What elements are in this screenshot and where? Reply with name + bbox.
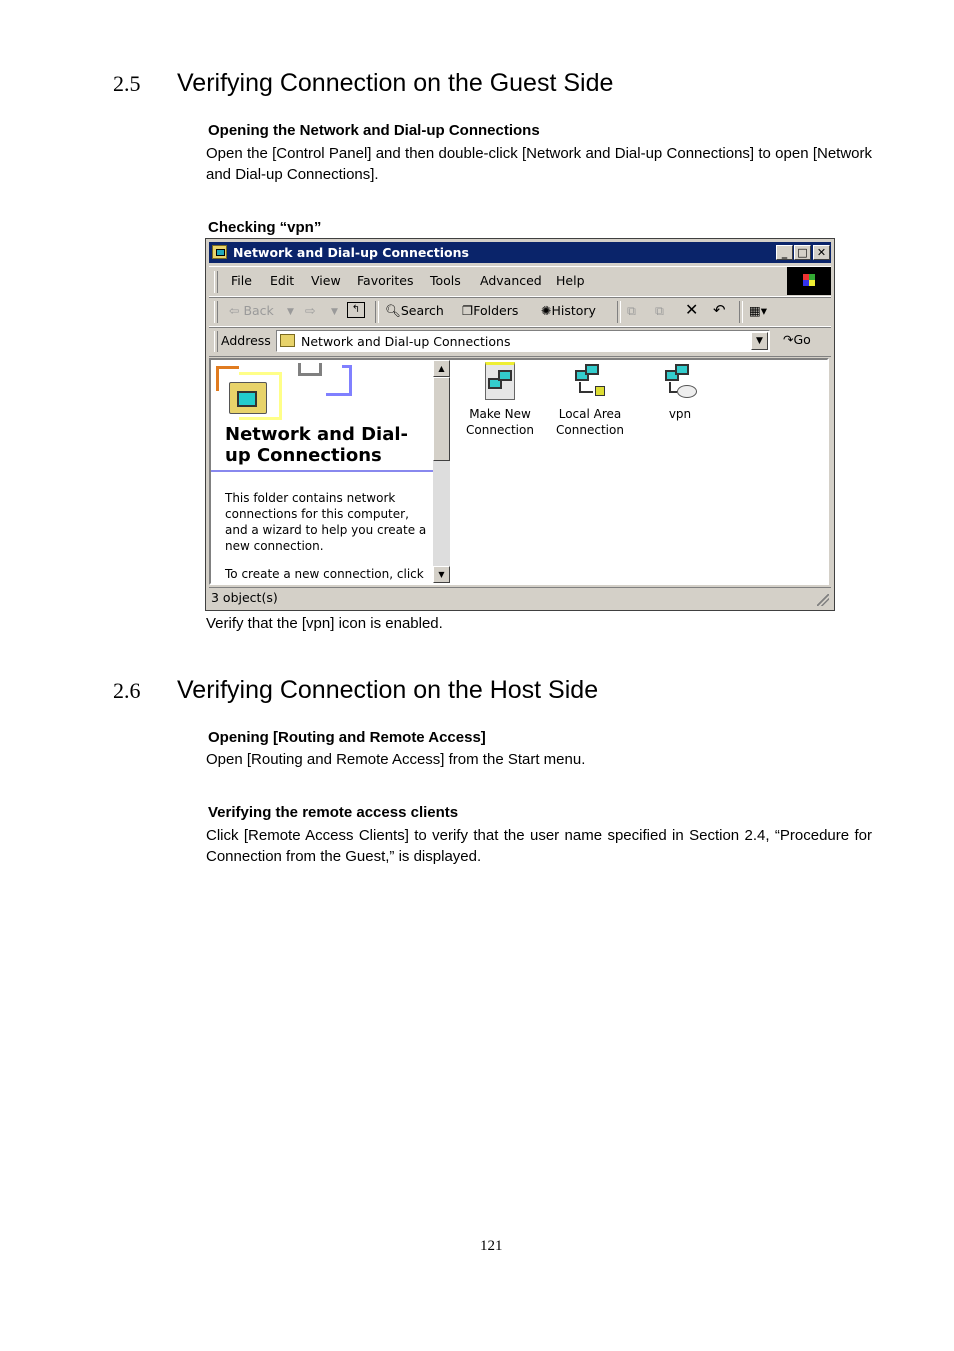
- subheading-checking-vpn: Checking “vpn”: [208, 219, 322, 236]
- subheading-opening-routing: Opening [Routing and Remote Access]: [208, 729, 486, 746]
- address-value: Network and Dial-up Connections: [301, 334, 511, 349]
- toolbar-grip[interactable]: [214, 301, 218, 323]
- menu-view[interactable]: View: [311, 273, 341, 288]
- undo-icon[interactable]: ↶: [713, 301, 726, 319]
- status-bar: 3 object(s): [209, 587, 831, 608]
- vertical-scrollbar[interactable]: ▲ ▼: [433, 360, 450, 583]
- item-make-new-connection[interactable]: Make New Connection: [455, 362, 545, 438]
- section-2-5-heading: 2.5 Verifying Connection on the Guest Sid…: [113, 69, 613, 98]
- make-new-connection-icon: [483, 362, 517, 402]
- item-local-area-connection[interactable]: Local Area Connection: [545, 362, 635, 438]
- copy-to-icon[interactable]: ⧉: [655, 303, 664, 319]
- folders-label: Folders: [473, 303, 519, 318]
- section-number: 2.6: [113, 678, 141, 703]
- network-folder-icon: [212, 245, 227, 259]
- go-arrow-icon: ↷: [783, 332, 794, 347]
- history-icon: ✺: [541, 303, 552, 318]
- panel-title: Network and Dial-up Connections: [225, 424, 408, 466]
- network-folder-icon: [229, 382, 267, 414]
- paragraph-verifying-clients: Click [Remote Access Clients] to verify …: [206, 827, 872, 865]
- status-text: 3 object(s): [211, 590, 278, 605]
- local-area-connection-icon: [573, 362, 607, 402]
- paragraph-opening-routing: Open [Routing and Remote Access] from th…: [206, 751, 586, 768]
- menu-tools[interactable]: Tools: [430, 273, 461, 288]
- address-dropdown-button[interactable]: ▼: [751, 332, 768, 350]
- menu-grip[interactable]: [214, 271, 218, 293]
- resize-grip[interactable]: [817, 594, 829, 606]
- panel-description: This folder contains network connections…: [225, 491, 427, 553]
- forward-button[interactable]: ⇨: [305, 303, 315, 318]
- item-label: Make New Connection: [466, 407, 534, 437]
- item-vpn[interactable]: vpn: [635, 362, 725, 422]
- section-title: Verifying Connection on the Host Side: [177, 676, 599, 704]
- folder-view: Network and Dial-up Connections This fol…: [209, 358, 829, 585]
- menu-favorites[interactable]: Favorites: [357, 273, 413, 288]
- toolbar-separator: [617, 301, 621, 323]
- address-grip[interactable]: [214, 331, 218, 352]
- panel-more-text: To create a new connection, click: [225, 567, 424, 581]
- scroll-down-button[interactable]: ▼: [433, 566, 450, 583]
- panel-banner: [211, 360, 433, 420]
- window-title: Network and Dial-up Connections: [233, 245, 469, 260]
- standard-toolbar: ⇦ Back ▼ ⇨ ▼ ↰ 🔍︎Search ❐Folders ✺Histor…: [209, 296, 831, 328]
- scroll-thumb[interactable]: [433, 377, 450, 461]
- section-2-6-heading: 2.6 Verifying Connection on the Host Side: [113, 676, 598, 705]
- network-connections-window: Network and Dial-up Connections _ □ ✕ Fi…: [205, 238, 835, 611]
- menu-file[interactable]: File: [231, 273, 252, 288]
- subheading-verifying-clients: Verifying the remote access clients: [208, 804, 459, 821]
- folders-button[interactable]: ❐Folders: [462, 303, 518, 318]
- menu-help[interactable]: Help: [556, 273, 585, 288]
- page-number: 121: [480, 1238, 503, 1254]
- item-label: Local Area Connection: [556, 407, 624, 437]
- subheading-opening-network: Opening the Network and Dial-up Connecti…: [208, 122, 540, 139]
- scroll-up-button[interactable]: ▲: [433, 360, 450, 377]
- network-folder-icon: [280, 334, 295, 347]
- panel-divider: [211, 470, 433, 472]
- close-button[interactable]: ✕: [813, 245, 830, 260]
- search-label: Search: [400, 303, 444, 318]
- menu-edit[interactable]: Edit: [270, 273, 294, 288]
- paragraph-opening-network: Open the [Control Panel] and then double…: [206, 145, 872, 183]
- toolbar-separator: [375, 301, 379, 323]
- go-label: Go: [793, 332, 811, 347]
- minimize-button[interactable]: _: [776, 245, 793, 260]
- menu-bar: File Edit View Favorites Tools Advanced …: [209, 266, 831, 298]
- windows-logo-icon: [787, 267, 831, 295]
- web-view-panel: Network and Dial-up Connections This fol…: [211, 360, 433, 583]
- go-button[interactable]: ↷Go: [783, 332, 811, 347]
- section-title: Verifying Connection on the Guest Side: [177, 69, 614, 97]
- history-label: History: [551, 303, 596, 318]
- search-icon: 🔍︎: [385, 303, 401, 318]
- banner-decoration: [298, 363, 322, 376]
- folder-up-icon[interactable]: ↰: [347, 302, 365, 318]
- maximize-button[interactable]: □: [794, 245, 811, 260]
- history-button[interactable]: ✺History: [541, 303, 596, 318]
- move-to-icon[interactable]: ⧉: [627, 303, 636, 319]
- address-input[interactable]: Network and Dial-up Connections ▼: [276, 330, 770, 352]
- folders-icon: ❐: [462, 303, 474, 318]
- search-button[interactable]: 🔍︎Search: [385, 303, 444, 319]
- section-number: 2.5: [113, 71, 141, 96]
- vpn-connection-icon: [663, 362, 697, 402]
- caption-verify-vpn: Verify that the [vpn] icon is enabled.: [206, 615, 443, 632]
- back-button[interactable]: ⇦ Back: [229, 303, 274, 318]
- title-bar: Network and Dial-up Connections _ □ ✕: [209, 242, 831, 263]
- address-label: Address: [221, 333, 271, 348]
- views-button[interactable]: ▦▾: [749, 303, 767, 318]
- menu-advanced[interactable]: Advanced: [480, 273, 542, 288]
- delete-icon[interactable]: ✕: [685, 300, 698, 319]
- forward-dropdown-icon[interactable]: ▼: [331, 307, 338, 317]
- item-label: vpn: [668, 407, 692, 421]
- address-bar: Address Network and Dial-up Connections …: [209, 326, 831, 357]
- back-dropdown-icon[interactable]: ▼: [287, 307, 294, 317]
- toolbar-separator: [739, 301, 743, 323]
- banner-decoration: [326, 365, 352, 396]
